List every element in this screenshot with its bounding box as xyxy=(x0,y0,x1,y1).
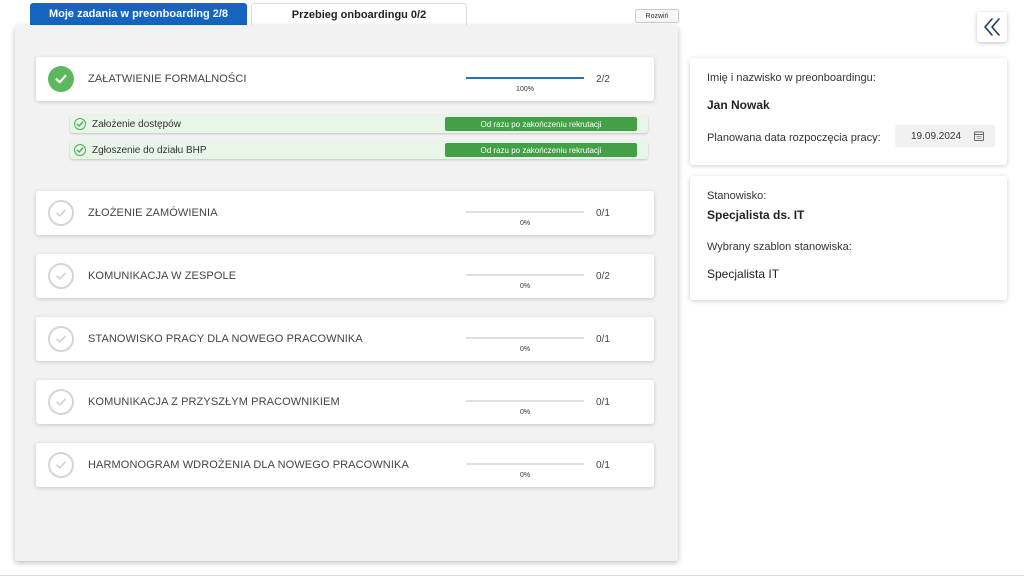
start-date-value: 19.09.2024 xyxy=(911,130,962,142)
stage-progress-percent: 0% xyxy=(519,409,531,416)
start-date-field[interactable]: 19.09.2024 xyxy=(895,125,995,147)
subtask-deadline-badge: Od razu po zakończeniu rekrutacji xyxy=(445,143,637,157)
stage-task-count: 0/1 xyxy=(596,396,610,408)
stage-progress-percent: 0% xyxy=(519,283,531,290)
check-circle-icon xyxy=(48,452,74,478)
stage-progress-percent: 100% xyxy=(516,86,534,93)
stage-progress-percent: 0% xyxy=(519,346,531,353)
tab-onboarding-progress[interactable]: Przebieg onboardingu 0/2 xyxy=(251,3,467,25)
stage-task-count: 0/1 xyxy=(596,207,610,219)
divider xyxy=(0,575,1024,576)
stage-title: KOMUNIKACJA W ZESPOLE xyxy=(88,270,237,282)
check-circle-icon xyxy=(48,66,74,92)
stage-progress-percent: 0% xyxy=(519,472,531,479)
stage-progress-fill xyxy=(466,77,584,79)
stage-card[interactable]: ZŁOŻENIE ZAMÓWIENIA 0% 0/1 xyxy=(36,191,654,235)
person-info-card: Imię i nazwisko w preonboardingu: Jan No… xyxy=(690,58,1007,165)
stage-card[interactable]: KOMUNIKACJA Z PRZYSZŁYM PRACOWNIKIEM 0% … xyxy=(36,380,654,424)
stage-card[interactable]: KOMUNIKACJA W ZESPOLE 0% 0/2 xyxy=(36,254,654,298)
template-value: Specjalista IT xyxy=(707,267,780,281)
stage-progress-bar xyxy=(466,77,584,79)
stage-progress-bar xyxy=(466,337,584,339)
stage-title: ZŁOŻENIE ZAMÓWIENIA xyxy=(88,207,218,219)
subtask-label: Założenie dostępów xyxy=(92,118,181,130)
position-info-card: Stanowisko: Specjalista ds. IT Wybrany s… xyxy=(690,176,1007,300)
collapse-panel-button[interactable] xyxy=(977,12,1007,42)
person-name: Jan Nowak xyxy=(707,98,770,112)
stage-progress-bar xyxy=(466,463,584,465)
stage-task-count: 0/2 xyxy=(596,270,610,282)
check-circle-icon xyxy=(48,263,74,289)
stage-title: STANOWISKO PRACY DLA NOWEGO PRACOWNIKA xyxy=(88,333,363,345)
stage-card[interactable]: ZAŁATWIENIE FORMALNOŚCI 100% 2/2 xyxy=(36,57,654,101)
name-label: Imię i nazwisko w preonboardingu: xyxy=(707,72,876,84)
subtask-label: Zgłoszenie do działu BHP xyxy=(92,144,207,156)
position-label: Stanowisko: xyxy=(707,190,767,202)
start-date-label: Planowana data rozpoczęcia pracy: xyxy=(707,132,881,144)
stage-title: HARMONOGRAM WDROŻENIA DLA NOWEGO PRACOWN… xyxy=(88,459,409,471)
check-circle-icon xyxy=(48,326,74,352)
stage-card[interactable]: STANOWISKO PRACY DLA NOWEGO PRACOWNIKA 0… xyxy=(36,317,654,361)
stage-progress-bar xyxy=(466,274,584,276)
stage-task-count: 2/2 xyxy=(596,73,610,85)
stage-task-count: 0/1 xyxy=(596,459,610,471)
subtask-item[interactable]: Założenie dostępów Od razu po zakończeni… xyxy=(70,115,648,133)
stage-title: KOMUNIKACJA Z PRZYSZŁYM PRACOWNIKIEM xyxy=(88,396,340,408)
double-chevron-left-icon xyxy=(984,18,1000,36)
subtask-deadline-badge: Od razu po zakończeniu rekrutacji xyxy=(445,117,637,131)
check-circle-icon xyxy=(74,144,86,156)
stage-progress-percent: 0% xyxy=(519,220,531,227)
expand-button[interactable]: Rozwiń xyxy=(635,9,679,23)
stage-task-count: 0/1 xyxy=(596,333,610,345)
stage-card[interactable]: HARMONOGRAM WDROŻENIA DLA NOWEGO PRACOWN… xyxy=(36,443,654,487)
check-circle-icon xyxy=(48,389,74,415)
calendar-icon[interactable] xyxy=(973,130,985,142)
check-circle-icon xyxy=(48,200,74,226)
stage-progress-bar xyxy=(466,211,584,213)
subtask-item[interactable]: Zgłoszenie do działu BHP Od razu po zako… xyxy=(70,141,648,159)
position-value: Specjalista ds. IT xyxy=(707,208,805,222)
tab-my-tasks[interactable]: Moje zadania w preonboarding 2/8 xyxy=(30,3,247,25)
stage-title: ZAŁATWIENIE FORMALNOŚCI xyxy=(88,73,247,85)
template-label: Wybrany szablon stanowiska: xyxy=(707,241,852,253)
check-circle-icon xyxy=(74,118,86,130)
stage-progress-bar xyxy=(466,400,584,402)
